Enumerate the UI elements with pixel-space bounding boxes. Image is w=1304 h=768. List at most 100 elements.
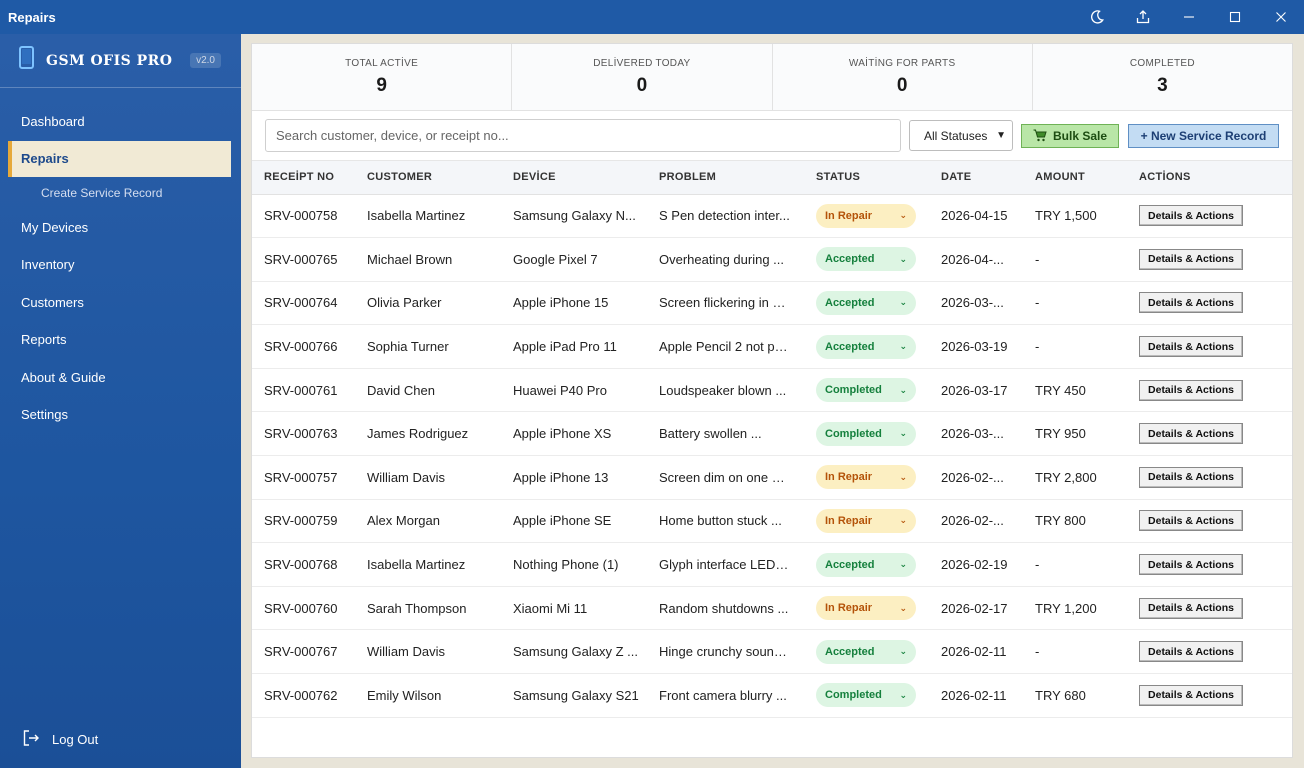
sidebar-item-repairs[interactable]: Repairs	[8, 140, 231, 177]
chevron-down-icon: ⌄	[899, 559, 907, 570]
details-actions-button[interactable]: Details & Actions	[1139, 336, 1243, 358]
status-pill-dropdown[interactable]: Completed ⌄	[816, 683, 916, 708]
details-actions-button[interactable]: Details & Actions	[1139, 292, 1243, 314]
search-input[interactable]	[265, 119, 901, 152]
main-panel: TOTAL ACTİVE 9 DELİVERED TODAY 0 WAİTİNG…	[251, 43, 1293, 758]
cell-problem: Hinge crunchy sound ...	[659, 644, 791, 660]
sidebar-item-my-devices[interactable]: My Devices	[0, 209, 241, 247]
status-pill-label: Completed	[825, 689, 882, 702]
col-header-receipt[interactable]: RECEİPT NO	[252, 161, 367, 195]
cell-customer: William Davis	[367, 469, 445, 485]
status-pill-dropdown[interactable]: Accepted ⌄	[816, 334, 916, 359]
table-row[interactable]: SRV-000764 Olivia Parker Apple iPhone 15 Sc…	[252, 281, 1292, 325]
logout-icon	[22, 729, 40, 750]
new-service-record-button[interactable]: + New Service Record	[1128, 123, 1279, 148]
table-row[interactable]: SRV-000759 Alex Morgan Apple iPhone SE Home…	[252, 499, 1292, 543]
table-row[interactable]: SRV-000758 Isabella Martinez Samsung Galax…	[252, 194, 1292, 238]
stat-value: 0	[636, 74, 648, 96]
col-header-status[interactable]: STATUS	[816, 161, 941, 195]
bulk-sale-button[interactable]: Bulk Sale	[1021, 123, 1119, 148]
status-pill-dropdown[interactable]: Completed ⌄	[816, 421, 916, 446]
cell-problem: Screen flickering in di...	[659, 295, 791, 311]
status-pill-dropdown[interactable]: Accepted ⌄	[816, 639, 916, 664]
table-row[interactable]: SRV-000768 Isabella Martinez Nothing Phone…	[252, 543, 1292, 587]
title-bar: Repairs	[0, 0, 1304, 34]
status-pill-dropdown[interactable]: Accepted ⌄	[816, 247, 916, 272]
col-header-actions: ACTİONS	[1139, 161, 1292, 195]
cell-receipt: SRV-000764	[264, 295, 338, 311]
table-row[interactable]: SRV-000763 James Rodriguez Apple iPhone XS…	[252, 412, 1292, 456]
details-actions-button[interactable]: Details & Actions	[1139, 423, 1243, 445]
status-pill-label: Accepted	[825, 645, 875, 658]
close-icon[interactable]	[1258, 0, 1304, 34]
cell-device: Apple iPad Pro 11	[513, 339, 617, 355]
details-actions-button[interactable]: Details & Actions	[1139, 684, 1243, 706]
sidebar-item-dashboard[interactable]: Dashboard	[0, 103, 241, 141]
details-actions-button[interactable]: Details & Actions	[1139, 205, 1243, 227]
status-pill-dropdown[interactable]: In Repair ⌄	[816, 596, 916, 621]
cell-amount: TRY 680	[1035, 687, 1086, 703]
cell-problem: Overheating during ...	[659, 251, 785, 267]
cell-customer: Sophia Turner	[367, 339, 449, 355]
col-header-date[interactable]: DATE	[941, 161, 1035, 195]
cell-amount: TRY 1,200	[1035, 600, 1097, 616]
details-actions-button[interactable]: Details & Actions	[1139, 554, 1243, 576]
sidebar-item-customers[interactable]: Customers	[0, 284, 241, 322]
table-row[interactable]: SRV-000757 William Davis Apple iPhone 13 Sc…	[252, 456, 1292, 500]
stat-label: COMPLETED	[1129, 57, 1195, 69]
col-header-device[interactable]: DEVİCE	[513, 161, 659, 195]
table-row[interactable]: SRV-000767 William Davis Samsung Galaxy Z …	[252, 630, 1292, 674]
share-upload-icon[interactable]	[1120, 0, 1166, 34]
cell-receipt: SRV-000761	[264, 382, 338, 398]
table-row[interactable]: SRV-000760 Sarah Thompson Xiaomi Mi 11 Rand…	[252, 586, 1292, 630]
col-header-problem[interactable]: PROBLEM	[659, 161, 816, 195]
minimize-icon[interactable]	[1166, 0, 1212, 34]
chevron-down-icon: ⌄	[899, 384, 907, 395]
chevron-down-icon: ⌄	[899, 689, 907, 700]
logout-button[interactable]: Log Out	[22, 729, 98, 750]
cell-device: Samsung Galaxy Z ...	[513, 644, 638, 660]
sidebar-item-reports[interactable]: Reports	[0, 321, 241, 359]
table-row[interactable]: SRV-000762 Emily Wilson Samsung Galaxy S21…	[252, 674, 1292, 718]
details-actions-button[interactable]: Details & Actions	[1139, 641, 1243, 663]
cell-device: Nothing Phone (1)	[513, 557, 619, 573]
stat-value: 3	[1157, 74, 1168, 96]
details-actions-button[interactable]: Details & Actions	[1139, 597, 1243, 619]
table-row[interactable]: SRV-000761 David Chen Huawei P40 Pro Loudsp…	[252, 368, 1292, 412]
sidebar-item-create-service-record[interactable]: Create Service Record	[0, 177, 241, 209]
sidebar-item-settings[interactable]: Settings	[0, 396, 241, 434]
status-filter-select[interactable]: All Statuses ▼	[909, 120, 1013, 151]
col-header-amount[interactable]: AMOUNT	[1035, 161, 1139, 195]
chevron-down-icon: ⌄	[899, 471, 907, 482]
cell-customer: Olivia Parker	[367, 295, 442, 311]
sidebar-item-inventory[interactable]: Inventory	[0, 246, 241, 284]
status-pill-dropdown[interactable]: In Repair ⌄	[816, 508, 916, 533]
details-actions-button[interactable]: Details & Actions	[1139, 466, 1243, 488]
details-actions-button[interactable]: Details & Actions	[1139, 379, 1243, 401]
status-pill-dropdown[interactable]: Completed ⌄	[816, 378, 916, 403]
status-pill-label: In Repair	[825, 209, 873, 222]
cell-device: Huawei P40 Pro	[513, 382, 607, 398]
maximize-icon[interactable]	[1212, 0, 1258, 34]
cell-customer: James Rodriguez	[367, 426, 469, 442]
chevron-down-icon: ⌄	[899, 602, 907, 613]
cell-receipt: SRV-000765	[264, 251, 338, 267]
cell-amount: -	[1035, 644, 1040, 660]
cell-date: 2026-02-...	[941, 469, 1004, 485]
status-pill-dropdown[interactable]: In Repair ⌄	[816, 465, 916, 490]
cell-device: Apple iPhone SE	[513, 513, 612, 529]
theme-toggle-moon-icon[interactable]	[1074, 0, 1120, 34]
col-header-customer[interactable]: CUSTOMER	[367, 161, 513, 195]
status-pill-label: Accepted	[825, 296, 875, 309]
cell-amount: TRY 950	[1035, 426, 1086, 442]
details-actions-button[interactable]: Details & Actions	[1139, 248, 1243, 270]
table-row[interactable]: SRV-000766 Sophia Turner Apple iPad Pro 11…	[252, 325, 1292, 369]
details-actions-button[interactable]: Details & Actions	[1139, 510, 1243, 532]
status-pill-dropdown[interactable]: Accepted ⌄	[816, 552, 916, 577]
status-pill-dropdown[interactable]: Accepted ⌄	[816, 290, 916, 315]
stat-waiting-for-parts: WAİTİNG FOR PARTS 0	[773, 44, 1033, 110]
chevron-down-icon: ⌄	[899, 210, 907, 221]
table-row[interactable]: SRV-000765 Michael Brown Google Pixel 7 Ove…	[252, 238, 1292, 282]
sidebar-item-about-guide[interactable]: About & Guide	[0, 359, 241, 397]
status-pill-dropdown[interactable]: In Repair ⌄	[816, 203, 916, 228]
